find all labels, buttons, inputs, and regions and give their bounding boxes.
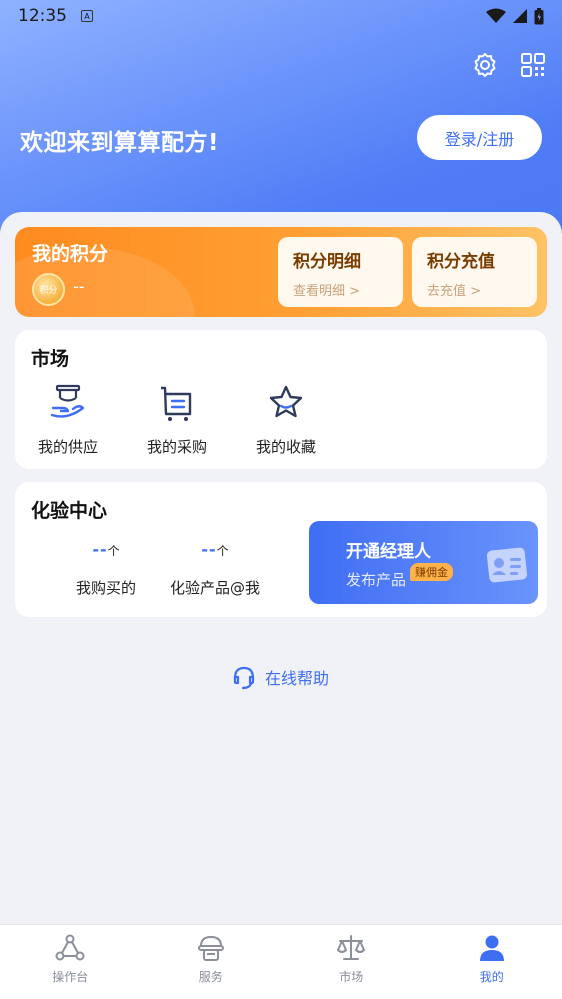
stat-lab-products[interactable]: --个 化验产品@我 (163, 540, 267, 598)
login-register-button[interactable]: 登录/注册 (417, 115, 542, 160)
market-item-supply[interactable]: 我的供应 (23, 384, 113, 457)
points-detail-title: 积分明细 (293, 252, 361, 272)
stat-label: 我购买的 (75, 579, 136, 597)
online-help-link[interactable]: 在线帮助 (231, 664, 329, 690)
header-actions (472, 52, 546, 78)
id-card-icon (486, 547, 528, 583)
signal-icon (513, 9, 527, 23)
points-coin-icon: 积分 (32, 273, 65, 306)
market-card: 市场 我的供应 我的采购 我的收藏 (15, 330, 547, 469)
market-item-label: 我的收藏 (255, 438, 316, 456)
scale-icon (337, 935, 366, 960)
status-bar: 12:35 A (0, 0, 562, 32)
workbench-icon (55, 934, 85, 961)
points-title: 我的积分 (32, 243, 109, 265)
stat-value: -- (92, 540, 108, 559)
status-time: 12:35 (18, 6, 67, 26)
tab-label: 我的 (479, 970, 504, 984)
points-recharge-title: 积分充值 (427, 252, 495, 272)
agent-title: 开通经理人 (346, 542, 431, 562)
market-item-purchase[interactable]: 我的采购 (132, 384, 222, 457)
lab-center-title: 化验中心 (31, 500, 108, 522)
gear-icon[interactable] (472, 52, 498, 78)
bottom-tab-bar: 操作台 服务 市场 我的 (0, 924, 562, 999)
market-item-favorites[interactable]: 我的收藏 (241, 384, 331, 457)
wifi-icon (486, 8, 506, 23)
qr-code-icon[interactable] (520, 52, 546, 78)
notification-indicator-icon: A (81, 10, 93, 22)
battery-icon (534, 7, 544, 24)
stat-unit: 个 (216, 544, 229, 558)
market-item-label: 我的采购 (146, 438, 207, 456)
points-detail-link: 查看明细 > (293, 284, 361, 299)
stat-label: 化验产品@我 (169, 579, 260, 597)
welcome-title: 欢迎来到算算配方! (20, 130, 219, 156)
tab-market[interactable]: 市场 (281, 925, 422, 999)
stat-purchased[interactable]: --个 我购买的 (51, 540, 161, 598)
market-item-label: 我的供应 (37, 438, 98, 456)
lab-center-card: 化验中心 --个 我购买的 --个 化验产品@我 开通经理人 发布产品 赚佣金 (15, 482, 547, 617)
agent-subtitle: 发布产品 (346, 571, 407, 589)
points-recharge-link: 去充值 > (427, 284, 482, 299)
tab-label: 市场 (339, 970, 364, 984)
supply-hand-icon (50, 384, 85, 418)
stat-unit: 个 (107, 544, 120, 558)
service-icon (197, 936, 224, 961)
tab-service[interactable]: 服务 (141, 925, 282, 999)
tab-mine[interactable]: 我的 (422, 925, 562, 999)
user-icon (479, 935, 504, 961)
points-recharge-button[interactable]: 积分充值 去充值 > (412, 237, 537, 307)
online-help-label: 在线帮助 (265, 669, 330, 688)
points-card: 我的积分 积分 -- 积分明细 查看明细 > 积分充值 去充值 > (15, 227, 547, 317)
tab-workbench[interactable]: 操作台 (0, 925, 141, 999)
status-icons (486, 7, 544, 25)
headset-icon (233, 666, 255, 690)
points-value: -- (73, 277, 85, 296)
market-title: 市场 (31, 348, 70, 370)
tab-label: 操作台 (52, 970, 89, 984)
cart-icon (161, 386, 192, 421)
star-icon (269, 385, 303, 418)
tab-label: 服务 (198, 970, 223, 984)
commission-badge: 赚佣金 (410, 563, 453, 581)
points-detail-button[interactable]: 积分明细 查看明细 > (278, 237, 403, 307)
stat-value: -- (201, 540, 217, 559)
become-agent-banner[interactable]: 开通经理人 发布产品 赚佣金 (309, 521, 538, 604)
